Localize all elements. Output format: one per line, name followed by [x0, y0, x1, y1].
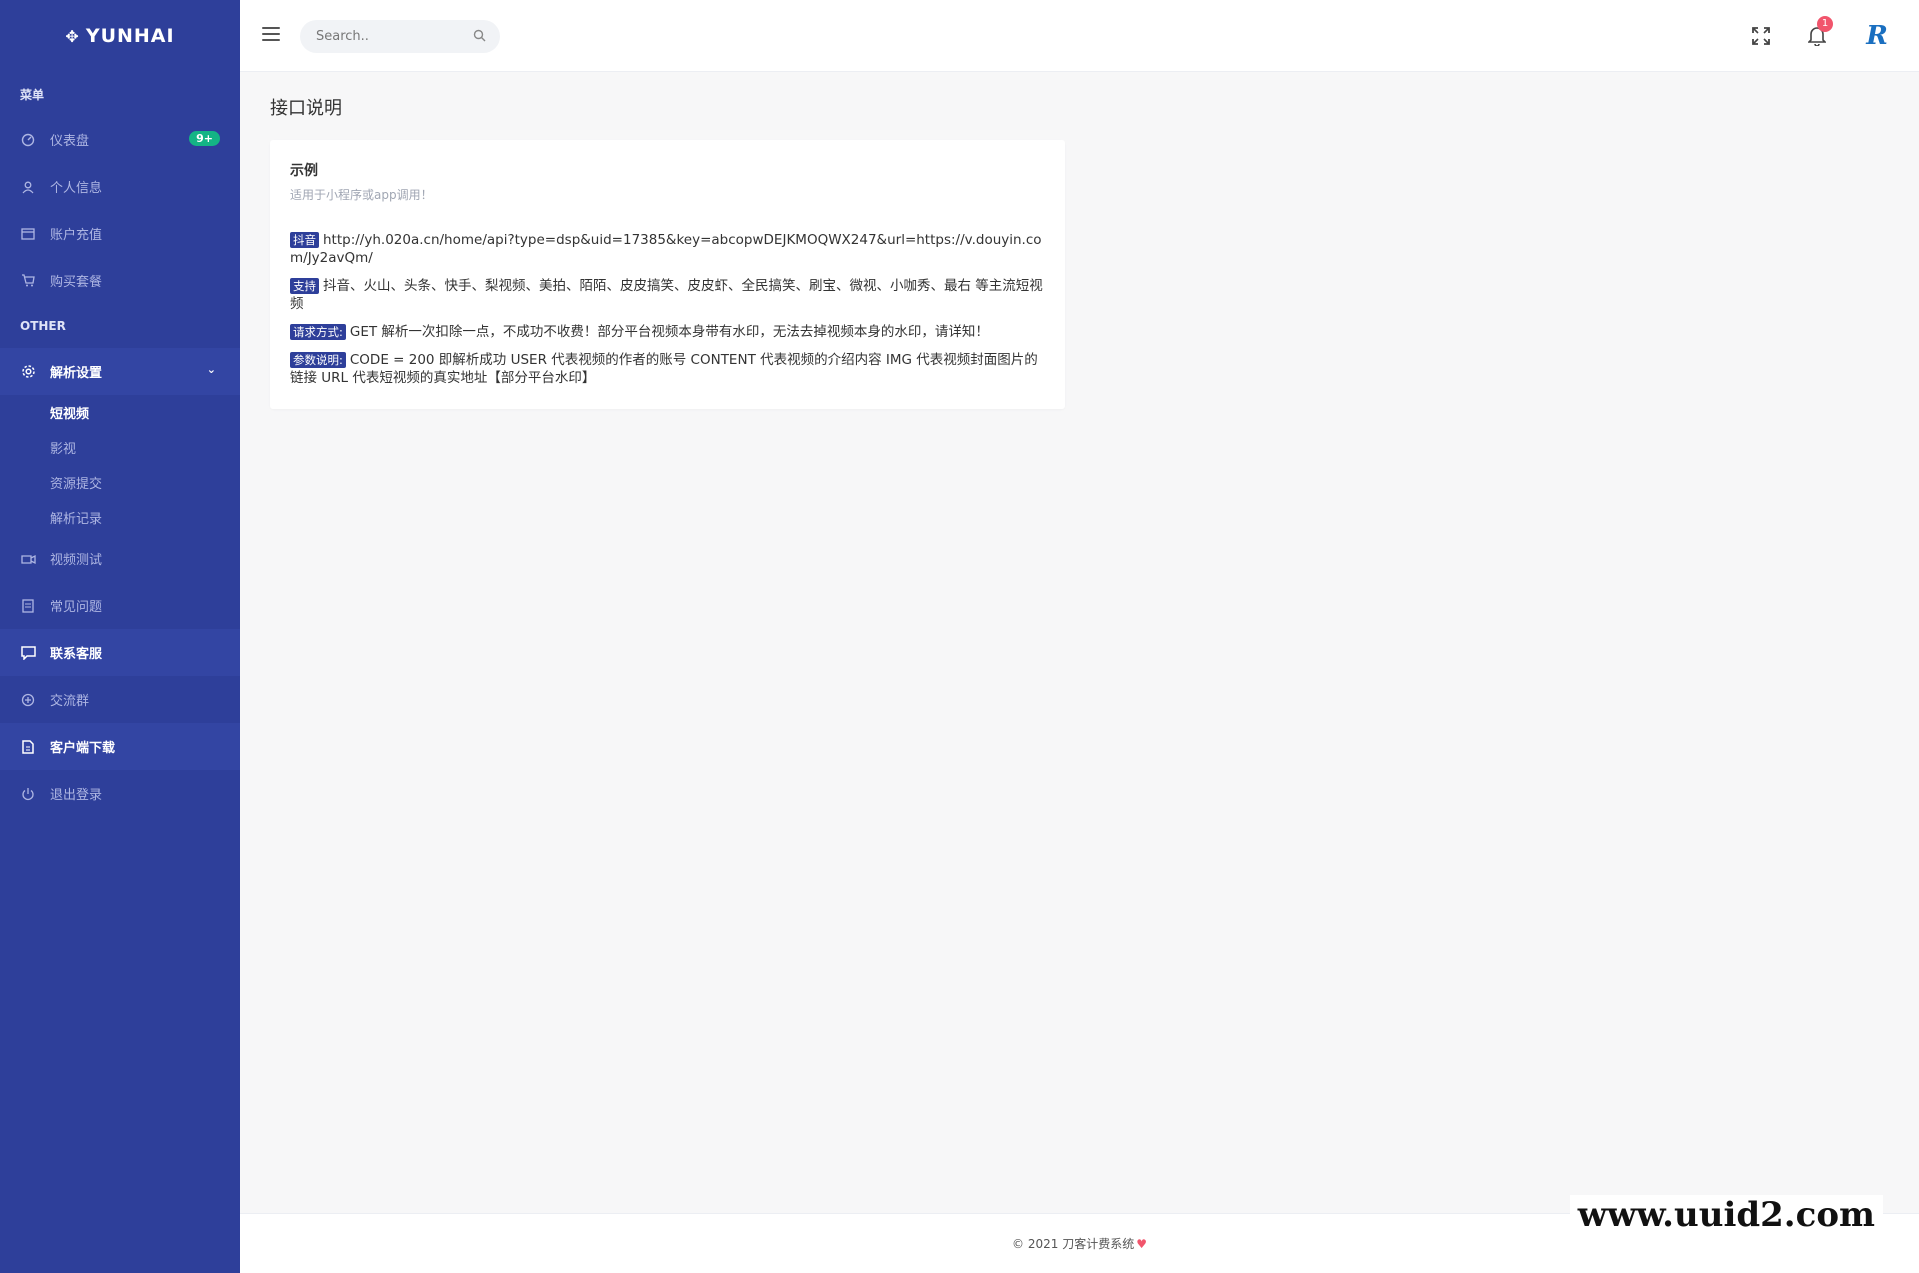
params-description-text: CODE = 200 即解析成功 USER 代表视频的作者的账号 CONTENT… — [290, 352, 1038, 386]
sidebar-item-label: 退出登录 — [50, 788, 103, 803]
dashboard-badge: 9+ — [189, 131, 220, 146]
sidebar-item-label: 联系客服 — [50, 647, 103, 662]
download-file-icon — [20, 739, 36, 755]
sidebar-item-faq[interactable]: 常见问题 — [0, 582, 240, 629]
heart-icon: ♥ — [1136, 1236, 1147, 1251]
api-example-line: 抖音 http://yh.020a.cn/home/api?type=dsp&ui… — [290, 231, 1045, 267]
cart-icon — [20, 273, 36, 289]
supported-platforms-line: 支持 抖音、火山、头条、快手、梨视频、美拍、陌陌、皮皮搞笑、皮皮虾、全民搞笑、刷宝… — [290, 277, 1045, 313]
sidebar: ✥ YUNHAI 菜单 仪表盘 9+ 个人信息 账户充值 购买套餐 OTHER … — [0, 0, 240, 1273]
topbar: 1 R — [240, 0, 1919, 72]
chat-icon — [20, 645, 36, 661]
sidebar-item-video-test[interactable]: 视频测试 — [0, 535, 240, 582]
other-section-header: OTHER — [20, 319, 66, 333]
sidebar-item-contact-support[interactable]: 联系客服 — [0, 629, 240, 676]
sidebar-item-label: 交流群 — [50, 694, 90, 709]
chevron-down-icon: ⌄ — [206, 363, 216, 376]
search-box — [300, 20, 500, 53]
card-subtitle: 适用于小程序或app调用！ — [290, 188, 433, 202]
notification-bell-icon[interactable]: 1 — [1799, 16, 1835, 54]
page-title: 接口说明 — [270, 98, 342, 119]
submenu-resource-submit[interactable]: 资源提交 — [0, 465, 240, 500]
power-icon — [20, 786, 36, 802]
api-info-card: 示例 适用于小程序或app调用！ 抖音 http://yh.020a.cn/hom… — [270, 140, 1065, 409]
sidebar-item-group[interactable]: 交流群 — [0, 676, 240, 723]
submenu-parse-records[interactable]: 解析记录 — [0, 500, 240, 535]
search-icon[interactable] — [473, 29, 486, 42]
topbar-actions: 1 R — [1723, 16, 1895, 54]
submenu-movies[interactable]: 影视 — [0, 430, 240, 465]
card-icon — [20, 226, 36, 242]
fullscreen-icon[interactable] — [1743, 18, 1779, 54]
group-icon — [20, 692, 36, 708]
hamburger-menu-icon[interactable] — [262, 27, 280, 41]
api-example-url: http://yh.020a.cn/home/api?type=dsp&uid=… — [290, 232, 1042, 266]
video-icon — [20, 551, 36, 567]
sidebar-item-dashboard[interactable]: 仪表盘 9+ — [0, 116, 240, 163]
request-method-line: 请求方式: GET 解析一次扣除一点，不成功不收费！部分平台视频本身带有水印，无法… — [290, 323, 1045, 341]
avatar[interactable]: R — [1859, 18, 1895, 54]
params-tag: 参数说明: — [290, 352, 346, 368]
sidebar-item-recharge[interactable]: 账户充值 — [0, 210, 240, 257]
card-title: 示例 — [290, 163, 318, 179]
notification-badge: 1 — [1817, 16, 1833, 32]
sidebar-item-parse-settings[interactable]: 解析设置 ⌄ — [0, 348, 240, 395]
request-method-text: GET 解析一次扣除一点，不成功不收费！部分平台视频本身带有水印，无法去掉视频本… — [349, 324, 989, 340]
sidebar-item-label: 账户充值 — [50, 228, 103, 243]
move-arrows-icon: ✥ — [65, 26, 80, 46]
dashboard-icon — [20, 132, 36, 148]
sidebar-item-label: 视频测试 — [50, 553, 103, 568]
sidebar-item-client-download[interactable]: 客户端下载 — [0, 723, 240, 770]
sidebar-item-logout[interactable]: 退出登录 — [0, 770, 240, 817]
submenu-short-video[interactable]: 短视频 — [0, 395, 240, 430]
sidebar-item-label: 客户端下载 — [50, 741, 116, 756]
request-method-tag: 请求方式: — [290, 324, 346, 340]
user-icon — [20, 179, 36, 195]
support-tag: 支持 — [290, 278, 319, 294]
sidebar-item-label: 仪表盘 — [50, 134, 90, 149]
gear-icon — [20, 364, 36, 380]
douyin-tag: 抖音 — [290, 232, 319, 248]
sidebar-item-label: 解析设置 — [50, 366, 103, 381]
brand-name: YUNHAI — [85, 25, 175, 47]
sidebar-item-label: 购买套餐 — [50, 275, 103, 290]
watermark: www.uuid2.com — [1569, 1195, 1883, 1235]
supported-platforms-text: 抖音、火山、头条、快手、梨视频、美拍、陌陌、皮皮搞笑、皮皮虾、全民搞笑、刷宝、微… — [290, 278, 1043, 312]
sidebar-item-label: 个人信息 — [50, 181, 103, 196]
menu-section-header: 菜单 — [20, 87, 45, 102]
params-description-line: 参数说明: CODE = 200 即解析成功 USER 代表视频的作者的账号 CO… — [290, 351, 1045, 387]
sidebar-item-buy-package[interactable]: 购买套餐 — [0, 257, 240, 304]
sidebar-item-label: 常见问题 — [50, 600, 103, 615]
brand-logo[interactable]: ✥ YUNHAI — [0, 0, 240, 72]
search-input[interactable] — [316, 29, 466, 44]
document-icon — [20, 598, 36, 614]
footer-copyright: © 2021 刀客计费系统 — [1012, 1237, 1135, 1251]
sidebar-item-profile[interactable]: 个人信息 — [0, 163, 240, 210]
